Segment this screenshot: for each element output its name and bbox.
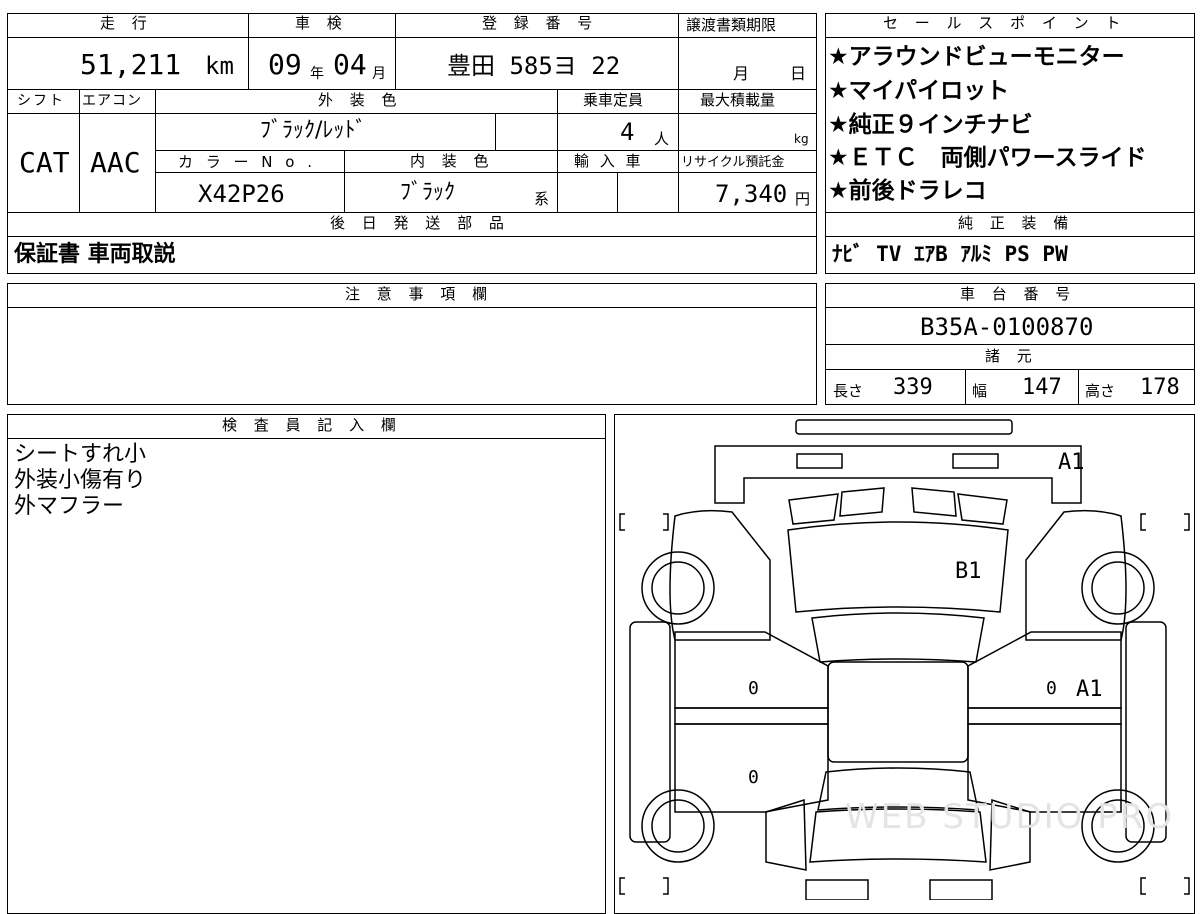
mark-left-front-zero: 0	[748, 678, 759, 699]
height-value: 178	[1140, 375, 1180, 400]
height-label: 高さ	[1085, 382, 1116, 400]
sales-points-header: セ ー ル ス ポ イ ン ト	[883, 14, 1127, 32]
sales-point-2: ★マイパイロット	[828, 78, 1010, 104]
recycle-unit: 円	[795, 190, 811, 208]
inspection-year-unit: 年	[310, 66, 324, 82]
mileage-unit: km	[205, 52, 234, 80]
later-parts-header: 後 日 発 送 部 品	[330, 214, 510, 232]
shift-value: CAT	[19, 146, 70, 179]
genuine-equipment-value: ﾅﾋﾞ TV ｴｱB ｱﾙﾐ PS PW	[832, 242, 1068, 266]
inspection-year: 09	[268, 48, 302, 81]
watermark: WEB STUDIO PRO	[845, 797, 1175, 837]
mark-windshield: B1	[955, 559, 982, 584]
max-load-unit: kg	[794, 132, 809, 146]
shift-header: シフト	[17, 93, 65, 109]
inspector-note-2: 外装小傷有り	[14, 468, 147, 493]
registration-number: 豊田 585ヨ 22	[447, 52, 621, 80]
capacity-header: 乗車定員	[583, 91, 644, 109]
aircon-header: エアコン	[82, 93, 142, 109]
length-label: 長さ	[833, 382, 864, 400]
interior-color-value: ﾌﾞﾗｯｸ	[400, 180, 456, 205]
exterior-color-header: 外 装 色	[318, 91, 403, 109]
specs-header: 諸 元	[985, 347, 1038, 365]
aircon-value: AAC	[90, 146, 141, 179]
sales-point-1: ★アラウンドビューモニター	[828, 44, 1125, 70]
mark-right-rear-door: A1	[1076, 677, 1103, 702]
mileage-value: 51,211	[80, 48, 182, 81]
sales-point-5: ★前後ドラレコ	[828, 178, 987, 204]
width-value: 147	[1022, 375, 1062, 400]
recycle-header: リサイクル預託金	[681, 155, 785, 170]
mark-front-bumper: A1	[1058, 450, 1085, 475]
later-parts-value: 保証書 車両取説	[14, 242, 176, 267]
deadline-day-unit: 日	[790, 64, 807, 83]
registration-header: 登 録 番 号	[482, 14, 599, 32]
color-no-header: カ ラ ー N o .	[178, 153, 317, 171]
inspection-month-unit: 月	[372, 66, 386, 82]
import-header: 輸 入 車	[574, 152, 644, 170]
mark-right-front-zero: 0	[1046, 678, 1057, 699]
interior-color-header: 内 装 色	[410, 152, 495, 170]
capacity-unit: 人	[654, 130, 670, 148]
capacity-value: 4	[620, 118, 635, 146]
chassis-header: 車 台 番 号	[960, 285, 1077, 303]
inspector-note-1: シートすれ小	[14, 442, 147, 467]
damage-diagram-box	[614, 414, 1195, 914]
genuine-equipment-header: 純 正 装 備	[958, 214, 1075, 232]
sales-point-3: ★純正９インチナビ	[828, 112, 1033, 138]
exterior-color-value: ﾌﾞﾗｯｸ/ﾚｯﾄﾞ	[260, 118, 367, 143]
recycle-value: 7,340	[715, 180, 788, 208]
length-value: 339	[893, 375, 933, 400]
deadline-month-unit: 月	[733, 64, 750, 83]
max-load-header: 最大積載量	[700, 91, 776, 109]
inspector-header: 検 査 員 記 入 欄	[222, 416, 402, 434]
notes-header: 注 意 事 項 欄	[345, 285, 494, 303]
chassis-number: B35A-0100870	[920, 313, 1094, 341]
transfer-deadline-header: 譲渡書類期限	[686, 16, 777, 34]
color-no-value: X42P26	[198, 180, 285, 208]
mark-left-rear-zero: 0	[748, 767, 759, 788]
inspection-header: 車 検	[295, 14, 348, 32]
inspection-month: 04	[333, 48, 367, 81]
sales-point-4: ★ＥＴＣ 両側パワースライド	[828, 145, 1147, 171]
interior-suffix: 系	[534, 190, 550, 208]
inspector-note-3: 外マフラー	[14, 494, 125, 519]
width-label: 幅	[972, 382, 988, 400]
mileage-header: 走 行	[100, 14, 153, 32]
